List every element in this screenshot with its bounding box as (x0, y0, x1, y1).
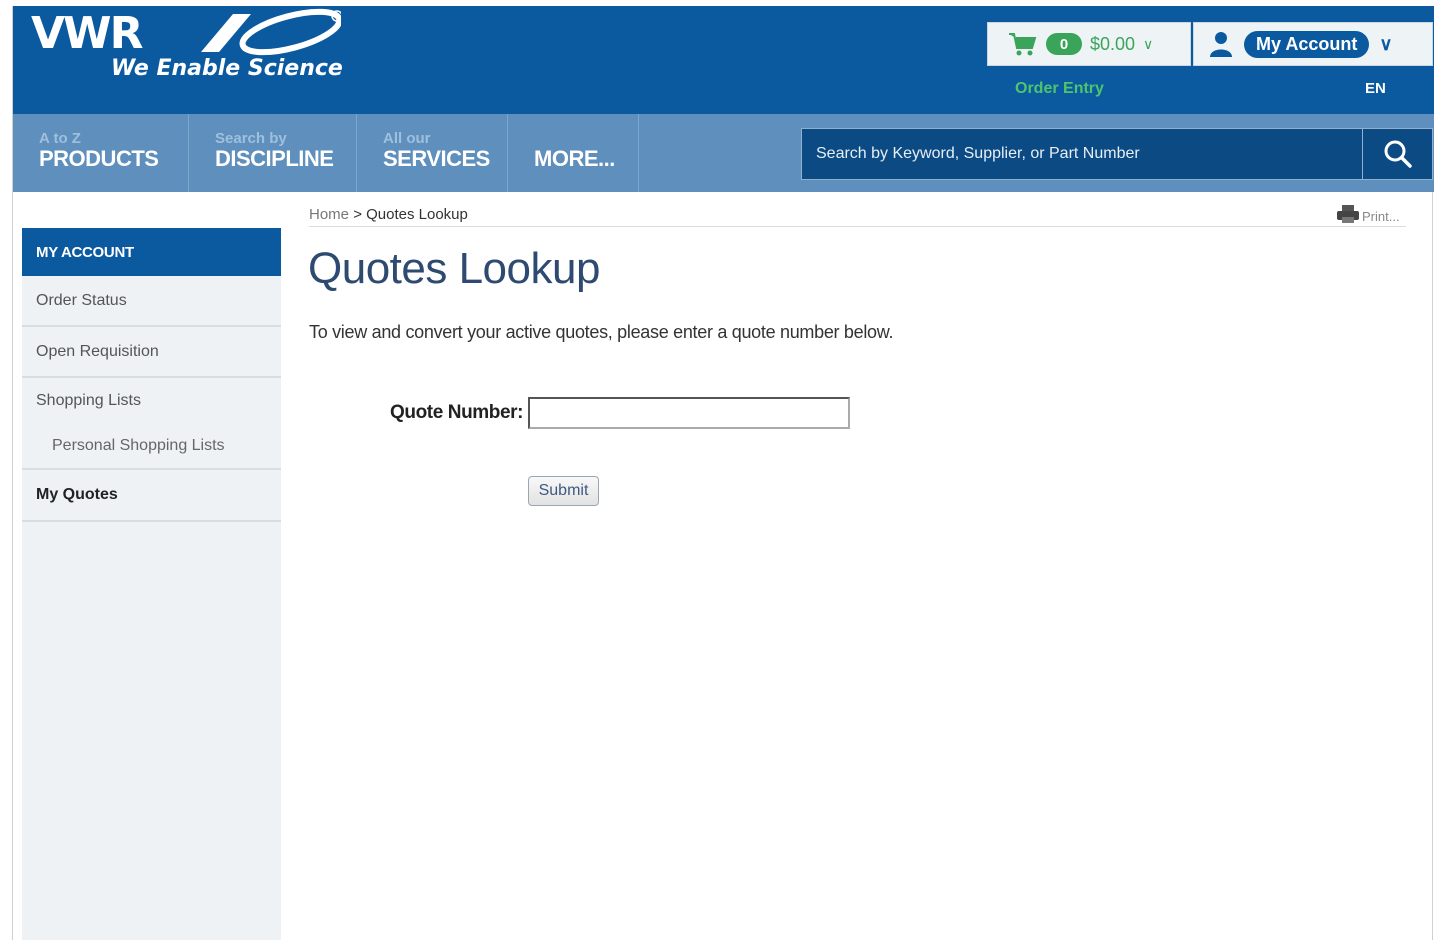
nav-services-label: SERVICES (383, 146, 490, 171)
nav-services-caption: All our (383, 130, 431, 147)
search-input[interactable] (802, 129, 1362, 179)
sidebar-item-personal-shopping-lists[interactable]: Personal Shopping Lists (22, 424, 281, 470)
vwr-logo[interactable]: VWR We Enable Science (31, 8, 351, 88)
user-icon (1210, 32, 1232, 57)
cart-total: $0.00 (1090, 33, 1136, 54)
nav-discipline[interactable]: Search by DISCIPLINE (189, 114, 357, 192)
sidebar-item-my-quotes[interactable]: My Quotes (22, 470, 281, 522)
page-title: Quotes Lookup (308, 244, 600, 293)
sidebar-item-open-requisition[interactable]: Open Requisition (22, 327, 281, 378)
nav-services[interactable]: All our SERVICES (357, 114, 508, 192)
submit-button[interactable]: Submit (528, 476, 599, 506)
nav-more[interactable]: MORE... (508, 114, 639, 192)
cart-count-badge: 0 (1046, 33, 1082, 55)
breadcrumb-home-link[interactable]: Home (309, 206, 349, 223)
print-link[interactable]: Print... (1336, 204, 1400, 224)
breadcrumb-separator: > (353, 206, 362, 223)
nav-products-label: PRODUCTS (39, 146, 159, 171)
logo-swoosh-icon (201, 8, 341, 56)
cart-icon (1009, 33, 1037, 56)
logo-tagline: We Enable Science (111, 56, 343, 81)
logo-wordmark: VWR (31, 8, 143, 59)
search-icon (1384, 140, 1412, 168)
nav-products-caption: A to Z (39, 130, 81, 147)
chevron-down-icon: ∨ (1143, 35, 1154, 52)
site-search (801, 128, 1433, 180)
nav-discipline-caption: Search by (215, 130, 287, 147)
search-button[interactable] (1362, 129, 1432, 179)
breadcrumb: Home > Quotes Lookup (309, 206, 468, 223)
sidebar-heading: MY ACCOUNT (22, 228, 281, 276)
quote-number-label: Quote Number: (390, 402, 524, 423)
language-selector[interactable]: EN (1365, 80, 1386, 97)
quote-number-field[interactable] (528, 397, 850, 429)
account-sidebar: MY ACCOUNT Order Status Open Requisition… (22, 228, 281, 940)
divider (309, 226, 1406, 227)
printer-icon (1337, 205, 1359, 223)
print-label: Print... (1362, 209, 1400, 224)
cart-widget[interactable]: 0 $0.00 ∨ (987, 22, 1191, 66)
nav-discipline-label: DISCIPLINE (215, 146, 334, 171)
nav-more-label: MORE... (534, 146, 615, 171)
account-widget[interactable]: My Account ∨ (1193, 22, 1433, 66)
intro-text: To view and convert your active quotes, … (309, 322, 894, 342)
chevron-down-icon: ∨ (1379, 33, 1393, 54)
order-entry-link[interactable]: Order Entry (1015, 80, 1104, 98)
nav-products[interactable]: A to Z PRODUCTS (13, 114, 189, 192)
my-account-button[interactable]: My Account (1244, 30, 1370, 58)
top-header: VWR We Enable Science 0 $0.00 ∨ My Accou… (13, 6, 1434, 114)
main-nav: A to Z PRODUCTS Search by DISCIPLINE All… (13, 114, 1434, 192)
sidebar-item-shopping-lists[interactable]: Shopping Lists (22, 378, 281, 424)
sidebar-item-order-status[interactable]: Order Status (22, 276, 281, 327)
breadcrumb-current: Quotes Lookup (366, 206, 468, 223)
